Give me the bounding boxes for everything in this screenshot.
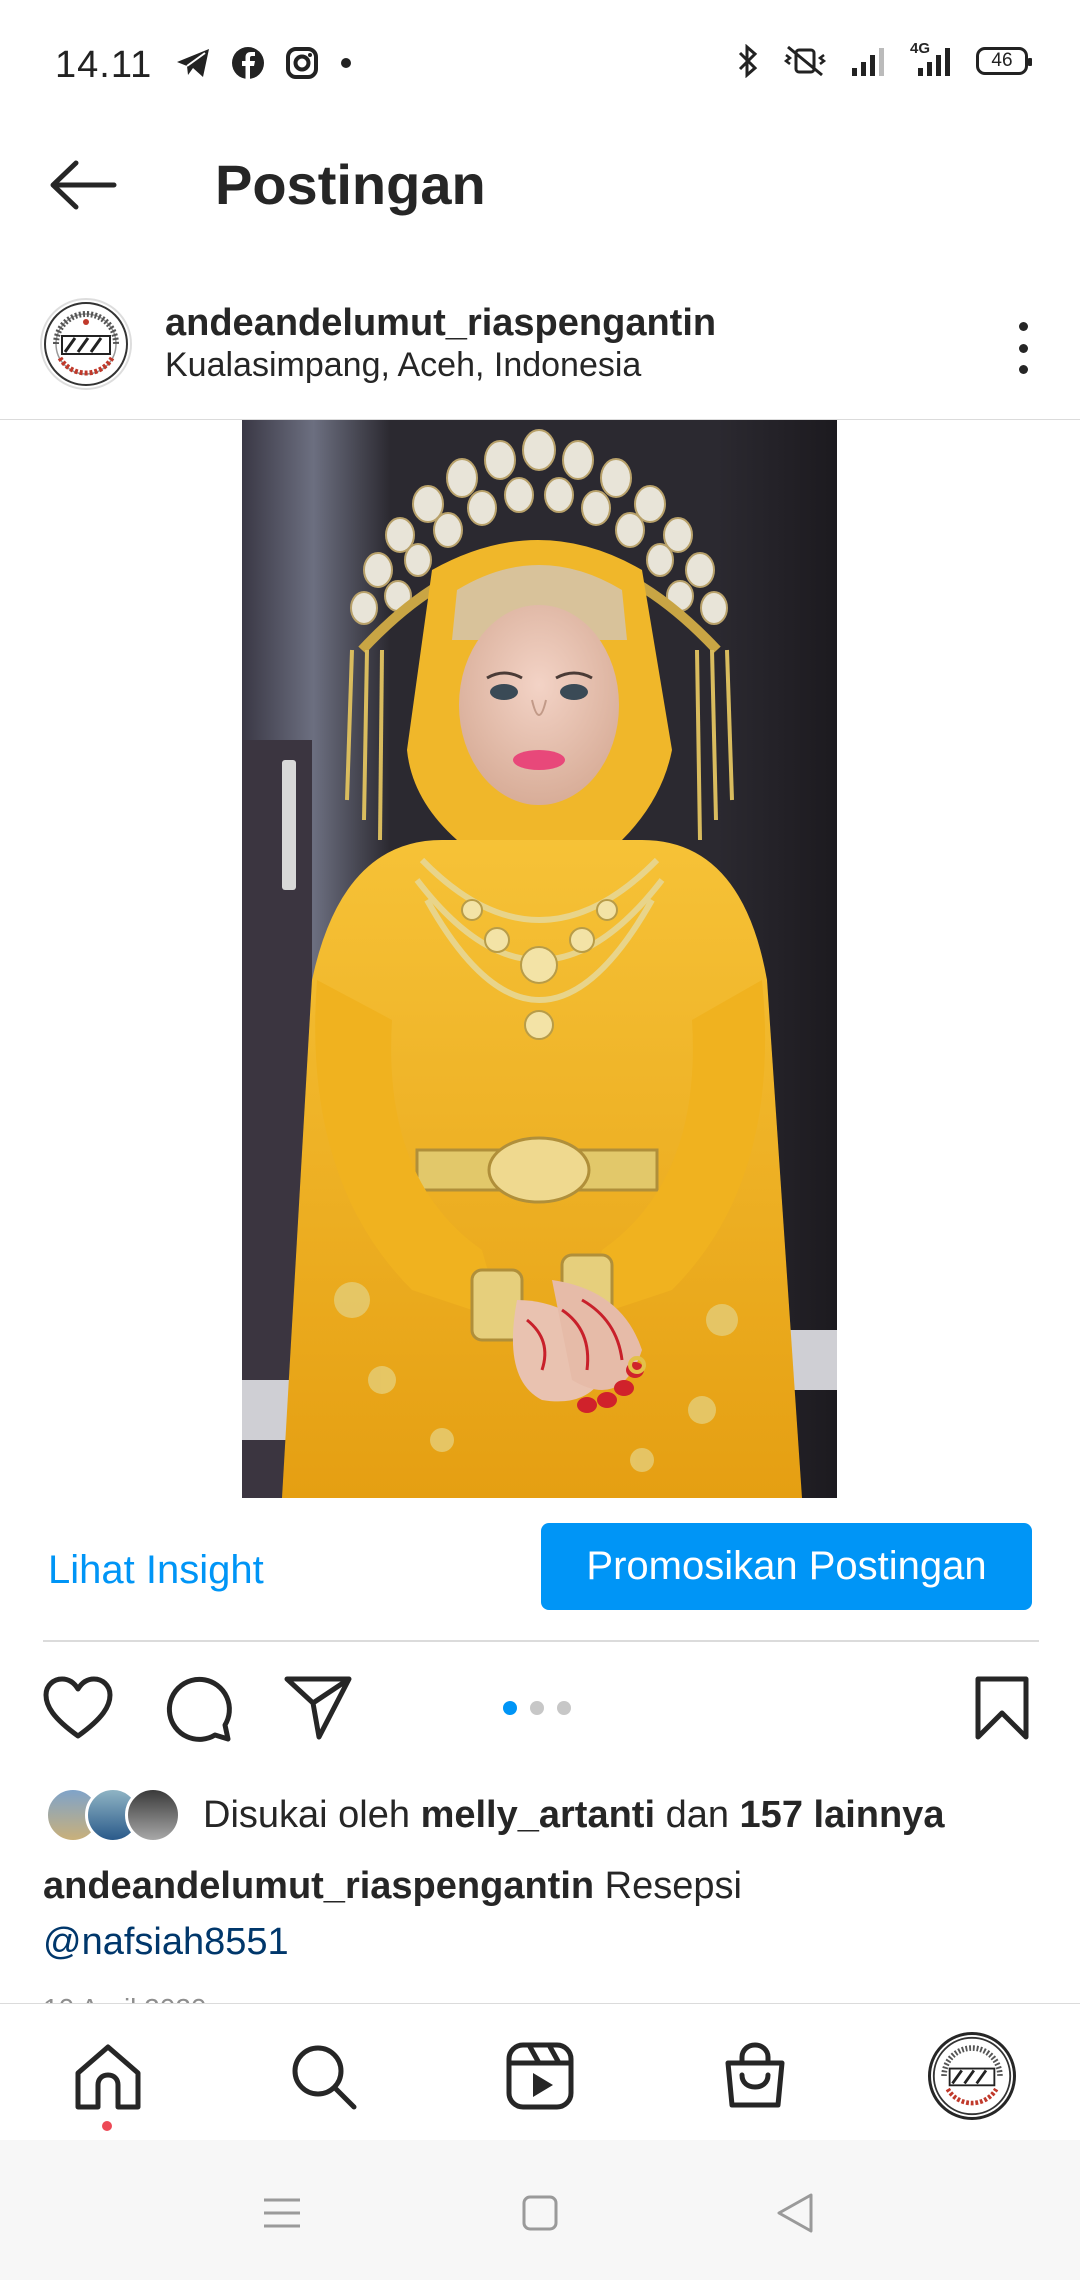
nav-search[interactable]: [283, 2036, 363, 2116]
page-title: Postingan: [215, 153, 486, 216]
system-home-button[interactable]: [515, 2188, 565, 2238]
comment-icon: [166, 1676, 232, 1742]
likes-count[interactable]: 157 lainnya: [740, 1794, 945, 1836]
facebook-icon: [232, 47, 264, 79]
post-image[interactable]: [242, 420, 837, 1498]
promote-post-button[interactable]: Promosikan Postingan: [541, 1523, 1032, 1610]
nav-home[interactable]: [68, 2036, 148, 2116]
likes-prefix: Disukai oleh: [203, 1793, 410, 1836]
home-icon: [75, 2044, 141, 2110]
top-bar: Postingan: [0, 130, 1080, 240]
post-actions: [0, 1665, 1080, 1755]
bluetooth-icon: [738, 44, 758, 78]
system-menu-button[interactable]: [257, 2188, 307, 2238]
carousel-dot-active: [503, 1701, 517, 1715]
reels-icon: [506, 2042, 574, 2110]
network-label: 4G: [910, 40, 931, 57]
4g-signal-icon: 4G: [910, 40, 954, 78]
comment-button[interactable]: [163, 1673, 233, 1743]
system-navigation: [0, 2140, 1080, 2280]
nav-shop[interactable]: [715, 2036, 795, 2116]
share-button[interactable]: [283, 1673, 353, 1743]
search-icon: [292, 2045, 357, 2110]
system-back-button[interactable]: [770, 2188, 820, 2238]
post-author-avatar[interactable]: [40, 298, 132, 390]
bookmark-icon: [975, 1676, 1029, 1740]
more-options-button[interactable]: [1008, 318, 1038, 378]
status-right-icons: 4G 46: [736, 40, 1032, 78]
instagram-icon: [286, 47, 318, 79]
signal-icon: [852, 48, 884, 76]
logo-badge: [932, 2036, 1012, 2116]
home-square-icon: [522, 2195, 558, 2231]
more-dot-icon: [1018, 343, 1028, 353]
heart-icon: [43, 1676, 113, 1739]
view-insights-link[interactable]: Lihat Insight: [48, 1548, 264, 1593]
like-button[interactable]: [43, 1673, 113, 1743]
likes-row[interactable]: Disukai oleh melly_artanti dan 157 lainn…: [45, 1785, 1045, 1845]
caption-text: Resepsi: [604, 1865, 742, 1907]
liker-username[interactable]: melly_artanti: [421, 1794, 655, 1836]
logo-badge: [44, 302, 128, 386]
battery-indicator: 46: [976, 47, 1032, 75]
post-date: 10 April 2020: [43, 1985, 206, 2005]
more-dot-icon: [1018, 365, 1028, 374]
insight-row: Lihat Insight Promosikan Postingan: [0, 1518, 1080, 1638]
bottom-navigation: [0, 2003, 1080, 2140]
liker-avatars: [45, 1787, 185, 1843]
shop-icon: [725, 2042, 785, 2108]
post-header: andeandelumut_riaspengantin Kualasimpang…: [0, 280, 1080, 420]
liker-avatar: [125, 1787, 181, 1843]
vibrate-off-icon: [783, 45, 827, 77]
status-time: 14.11: [55, 44, 153, 86]
carousel-dot: [557, 1701, 571, 1715]
nav-reels[interactable]: [500, 2036, 580, 2116]
caption-username[interactable]: andeandelumut_riaspengantin: [43, 1865, 594, 1907]
nav-profile[interactable]: [926, 2030, 1018, 2122]
likes-text: Disukai oleh melly_artanti dan 157 lainn…: [203, 1794, 944, 1837]
status-left-icons: [175, 46, 353, 80]
share-icon: [284, 1676, 352, 1740]
menu-icon: [264, 2198, 300, 2228]
divider: [43, 1640, 1039, 1642]
post-location[interactable]: Kualasimpang, Aceh, Indonesia: [165, 346, 641, 385]
post-username[interactable]: andeandelumut_riaspengantin: [165, 302, 716, 345]
telegram-icon: [177, 49, 209, 77]
status-bar: 14.11 4G 46: [0, 0, 1080, 130]
dot-icon: [341, 58, 351, 68]
likes-conjunction: dan: [665, 1793, 729, 1836]
save-button[interactable]: [967, 1673, 1037, 1743]
caption-mention[interactable]: @nafsiah8551: [43, 1921, 289, 1963]
arrow-left-icon: [50, 160, 116, 210]
carousel-dot: [530, 1701, 544, 1715]
carousel-indicator: [503, 1701, 571, 1715]
profile-avatar: [928, 2032, 1016, 2120]
post-caption: andeandelumut_riaspengantin Resepsi @naf…: [43, 1858, 1043, 1970]
notification-dot: [102, 2121, 112, 2131]
more-dot-icon: [1018, 322, 1028, 331]
back-triangle-icon: [777, 2193, 813, 2233]
back-button[interactable]: [45, 155, 120, 215]
bride-photo: [242, 420, 837, 1498]
